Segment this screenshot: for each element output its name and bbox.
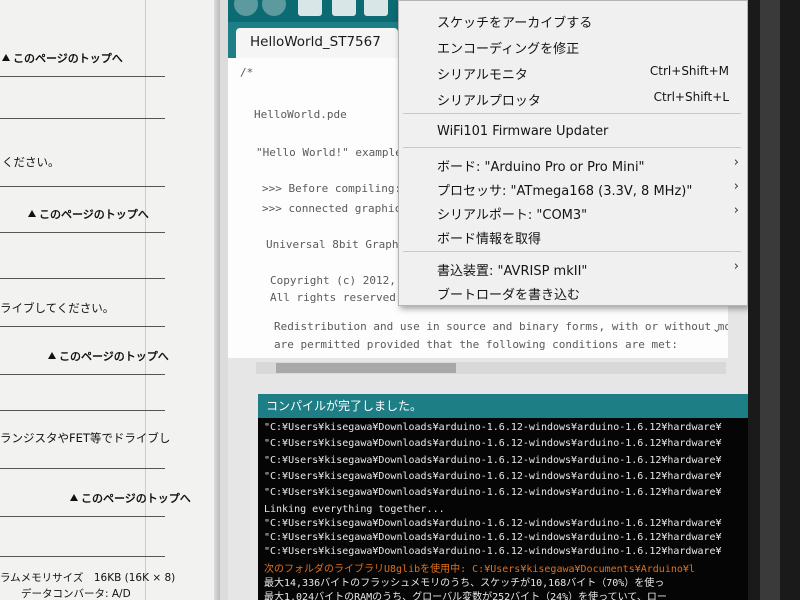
divider (0, 186, 165, 187)
console-line: "C:¥Users¥kisegawa¥Downloads¥arduino-1.6… (264, 422, 722, 433)
code-line: Copyright (c) 2012, o (270, 274, 410, 287)
verify-button[interactable] (234, 0, 258, 16)
body-text: ください。 (2, 155, 60, 169)
chevron-down-icon[interactable]: ⌄ (712, 322, 721, 335)
page-column-divider (145, 0, 146, 600)
horizontal-scrollbar[interactable] (256, 362, 726, 374)
divider (0, 374, 165, 375)
background-window-strip (760, 0, 780, 600)
divider (0, 278, 165, 279)
divider (0, 76, 165, 77)
menu-item-serial-port[interactable]: シリアルポート: "COM3" › (399, 201, 747, 225)
menu-item-processor[interactable]: プロセッサ: "ATmega168 (3.3V, 8 MHz)" › (399, 177, 747, 201)
menu-separator (403, 147, 741, 148)
menu-item-wifi101-updater[interactable]: WiFi101 Firmware Updater (399, 121, 747, 145)
divider (0, 118, 165, 119)
code-line: Universal 8bit Graphic (266, 238, 412, 251)
back-to-top-link[interactable]: このページのトップへ (70, 490, 191, 506)
divider (0, 556, 165, 557)
divider (0, 410, 165, 411)
up-arrow-icon (70, 494, 78, 501)
code-line: /* (240, 66, 254, 79)
code-line: "Hello World!" example (256, 146, 402, 159)
code-line: >>> connected graphic (262, 202, 402, 215)
menu-item-archive-sketch[interactable]: スケッチをアーカイブする (399, 9, 747, 33)
chevron-right-icon: › (733, 155, 739, 170)
scrollbar-thumb[interactable] (276, 363, 456, 373)
console-line: 次のフォルダのライブラリU8glibを使用中: C:¥Users¥kisegaw… (264, 564, 695, 575)
left-webpage: このページのトップへ ください。 このページのトップへ ライブしてください。 こ… (0, 0, 220, 600)
divider (0, 516, 165, 517)
menu-separator (403, 251, 741, 252)
new-button[interactable] (298, 0, 322, 16)
code-line: >>> Before compiling: (262, 182, 402, 195)
console-line: "C:¥Users¥kisegawa¥Downloads¥arduino-1.6… (264, 438, 722, 449)
save-button[interactable] (364, 0, 388, 16)
chevron-right-icon: › (733, 259, 739, 274)
up-arrow-icon (28, 210, 36, 217)
spec-table-row: ラムメモリサイズ 16KB (16K × 8) (0, 572, 176, 584)
menu-separator (403, 113, 741, 114)
chevron-right-icon: › (733, 179, 739, 194)
menu-item-serial-monitor[interactable]: シリアルモニタ Ctrl+Shift+M (399, 61, 747, 85)
code-line: are permitted provided that the followin… (274, 338, 678, 351)
menu-item-board-info[interactable]: ボード情報を取得 (399, 225, 747, 249)
menu-item-programmer[interactable]: 書込装置: "AVRISP mkII" › (399, 257, 747, 281)
compile-status-bar: コンパイルが完了しました。 (258, 394, 758, 418)
code-line: Redistribution and use in source and bin… (274, 320, 728, 333)
console-line: "C:¥Users¥kisegawa¥Downloads¥arduino-1.6… (264, 518, 722, 529)
body-text: ライブしてください。 (0, 301, 115, 315)
up-arrow-icon (2, 54, 10, 61)
menu-item-serial-plotter[interactable]: シリアルプロッタ Ctrl+Shift+L (399, 87, 747, 111)
code-line: All rights reserved. (270, 291, 403, 304)
back-to-top-link[interactable]: このページのトップへ (48, 348, 169, 364)
menu-item-fix-encoding[interactable]: エンコーディングを修正 (399, 35, 747, 59)
console-line: 最大1,024バイトのRAMのうち、グローバル変数が252バイト（24%）を使っ… (264, 592, 667, 600)
spec-table-row: データコンバータ: A/D (0, 588, 131, 600)
menu-item-burn-bootloader[interactable]: ブートローダを書き込む (399, 281, 747, 305)
shortcut-text: Ctrl+Shift+M (649, 64, 729, 78)
console-line: "C:¥Users¥kisegawa¥Downloads¥arduino-1.6… (264, 487, 722, 498)
open-button[interactable] (332, 0, 356, 16)
chevron-right-icon: › (733, 203, 739, 218)
console-line: "C:¥Users¥kisegawa¥Downloads¥arduino-1.6… (264, 471, 722, 482)
divider (0, 468, 165, 469)
body-text: ランジスタやFET等でドライブし (0, 431, 171, 445)
shortcut-text: Ctrl+Shift+L (653, 90, 729, 104)
back-to-top-link[interactable]: このページのトップへ (28, 206, 149, 222)
back-to-top-link[interactable]: このページのトップへ (2, 50, 123, 66)
console-line: 最大14,336バイトのフラッシュメモリのうち、スケッチが10,168バイト（7… (264, 578, 665, 589)
divider (0, 232, 165, 233)
console-line: "C:¥Users¥kisegawa¥Downloads¥arduino-1.6… (264, 546, 722, 557)
console-line: Linking everything together... (264, 504, 445, 515)
console-line: "C:¥Users¥kisegawa¥Downloads¥arduino-1.6… (264, 532, 722, 543)
console-line: "C:¥Users¥kisegawa¥Downloads¥arduino-1.6… (264, 455, 722, 466)
upload-button[interactable] (262, 0, 286, 16)
menu-item-board[interactable]: ボード: "Arduino Pro or Pro Mini" › (399, 153, 747, 177)
code-line: HelloWorld.pde (254, 108, 347, 121)
up-arrow-icon (48, 352, 56, 359)
tab-helloworld-st7567[interactable]: HelloWorld_ST7567 (236, 28, 398, 60)
output-console[interactable]: "C:¥Users¥kisegawa¥Downloads¥arduino-1.6… (258, 418, 758, 600)
tools-menu: スケッチをアーカイブする エンコーディングを修正 シリアルモニタ Ctrl+Shi… (398, 0, 748, 306)
divider (0, 326, 165, 327)
